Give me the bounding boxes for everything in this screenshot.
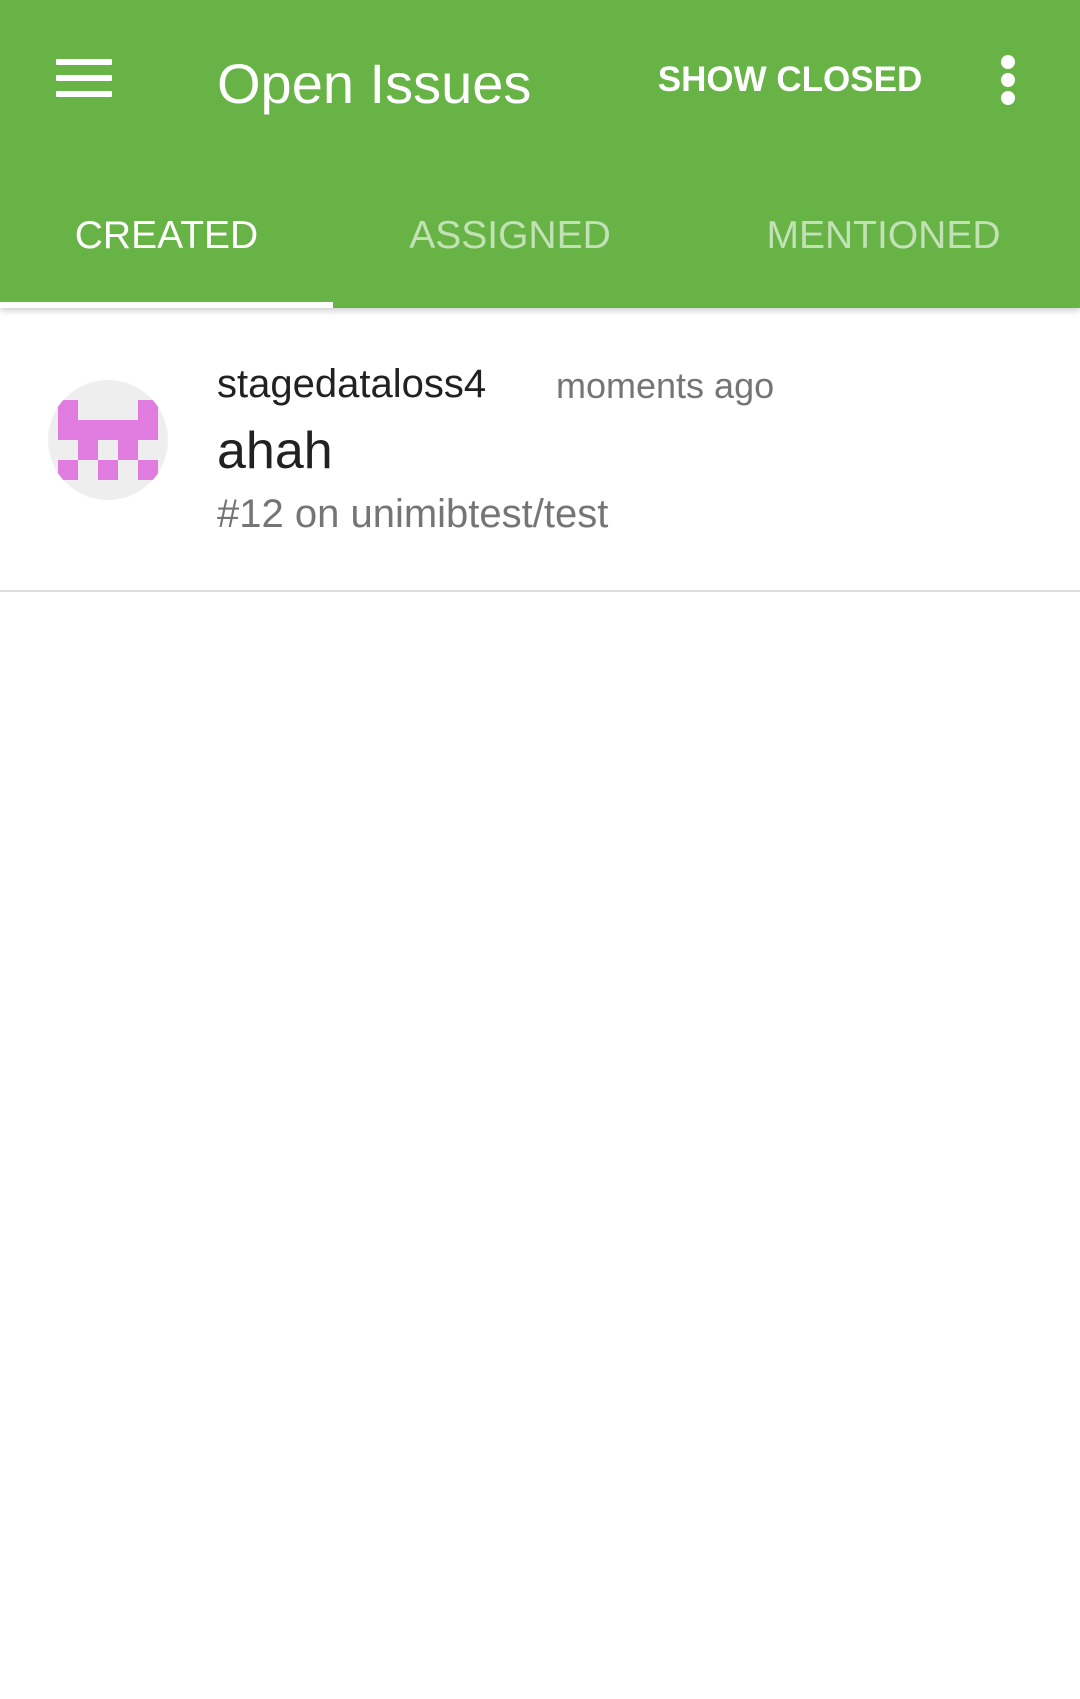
issue-list: stagedataloss4 moments ago ahah #12 on u… [0,308,1080,592]
issue-author: stagedataloss4 [217,362,487,406]
tab-created-label: CREATED [74,214,259,257]
tab-bar: CREATED ASSIGNED MENTIONED [0,196,1080,308]
issue-timestamp: moments ago [556,365,775,406]
tab-mentioned-label: MENTIONED [766,214,1001,257]
list-item[interactable]: stagedataloss4 moments ago ahah #12 on u… [0,308,1080,592]
tab-assigned-label: ASSIGNED [409,214,611,257]
tab-mentioned[interactable]: MENTIONED [687,196,1080,308]
tab-created[interactable]: CREATED [0,196,333,308]
page-title: Open Issues [217,52,532,115]
avatar [48,380,168,500]
more-vertical-icon[interactable] [990,52,1026,108]
hamburger-menu-icon[interactable] [52,52,116,104]
tab-assigned[interactable]: ASSIGNED [333,196,687,308]
app-bar: Open Issues SHOW CLOSED CREATED ASSIGNED… [0,0,1080,308]
show-closed-button[interactable]: SHOW CLOSED [650,50,930,110]
identicon-avatar [58,400,158,480]
issue-title: ahah [217,422,333,480]
issue-repo-reference: #12 on unimibtest/test [217,492,609,536]
tab-selected-indicator [0,302,333,308]
